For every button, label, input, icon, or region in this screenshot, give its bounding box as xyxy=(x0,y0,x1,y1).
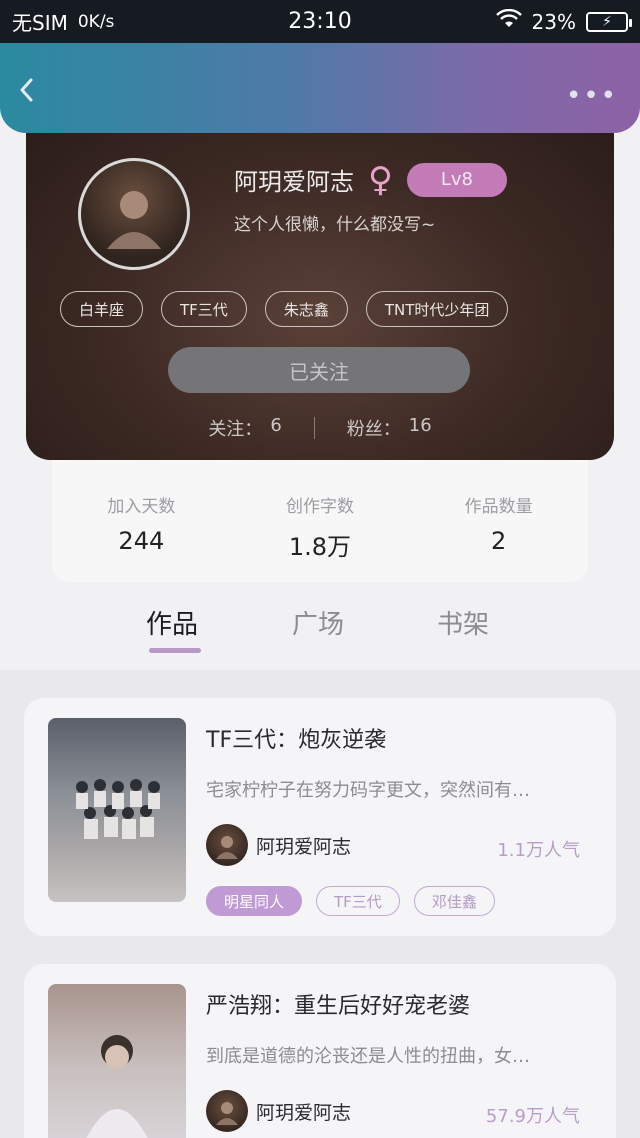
profile-page: 无SIM 0K/s 23:10 23% ⚡ ••• 加入天数 244 创作字数 … xyxy=(0,0,640,1138)
fans-value: 16 xyxy=(408,415,432,436)
more-dots-icon[interactable]: ••• xyxy=(566,83,618,109)
battery-percent: 23% xyxy=(531,9,576,34)
stat-label: 创作字数 xyxy=(285,497,354,517)
stat-value: 244 xyxy=(118,527,165,555)
stat-label: 加入天数 xyxy=(107,497,176,517)
work-card[interactable]: 严浩翔：重生后好好宠老婆 到底是道德的沦丧还是人性的扭曲，女… 阿玥爱阿志 57… xyxy=(24,964,616,1138)
work-card[interactable]: TF三代：炮灰逆袭 宅家柠柠子在努力码字更文，突然间有… 阿玥爱阿志 1.1万人… xyxy=(24,698,616,936)
stat-works-count: 作品数量 2 xyxy=(465,492,533,582)
work-description: 到底是道德的沦丧还是人性的扭曲，女… xyxy=(206,1046,530,1067)
back-icon[interactable] xyxy=(18,77,34,109)
avatar[interactable] xyxy=(78,158,190,270)
image-icon xyxy=(48,984,186,1138)
work-author: 阿玥爱阿志 xyxy=(206,1090,351,1132)
following-count[interactable]: 关注： 6 xyxy=(208,415,281,441)
stat-value: 1.8万 xyxy=(288,533,352,561)
name-row: 阿玥爱阿志 ♀ Lv8 xyxy=(234,162,507,197)
work-popularity: 57.9万人气 xyxy=(485,1106,580,1127)
profile-tag[interactable]: TF三代 xyxy=(161,291,247,327)
status-left: 无SIM 0K/s xyxy=(12,7,114,36)
stat-join-days: 加入天数 244 xyxy=(107,492,175,582)
author-name: 阿玥爱阿志 xyxy=(256,1101,352,1124)
fans-label: 粉丝： xyxy=(346,419,401,440)
network-speed: 0K/s xyxy=(77,11,115,32)
author-avatar xyxy=(206,824,248,866)
female-icon: ♀ xyxy=(368,159,393,200)
status-right: 23% ⚡ xyxy=(495,8,632,34)
stat-label: 作品数量 xyxy=(464,497,533,517)
image-icon xyxy=(48,718,186,902)
tab-bar: 作品 广场 书架 xyxy=(0,600,640,668)
carrier-text: 无SIM xyxy=(12,11,68,35)
following-label: 关注： xyxy=(208,419,263,440)
tab-bookshelf[interactable]: 书架 xyxy=(437,604,489,641)
tab-plaza[interactable]: 广场 xyxy=(292,604,344,641)
follow-button[interactable]: 已关注 xyxy=(168,347,470,393)
work-author: 阿玥爱阿志 xyxy=(206,824,351,866)
work-tag[interactable]: 邓佳鑫 xyxy=(413,886,495,916)
profile-tag[interactable]: 白羊座 xyxy=(60,291,144,327)
profile-card: 阿玥爱阿志 ♀ Lv8 这个人很懒，什么都没写~ 白羊座 TF三代 朱志鑫 TN… xyxy=(26,110,614,460)
follow-counts: 关注： 6 粉丝： 16 xyxy=(26,415,614,441)
work-title: 严浩翔：重生后好好宠老婆 xyxy=(206,994,471,1019)
work-cover-image[interactable] xyxy=(48,984,186,1138)
fans-count[interactable]: 粉丝： 16 xyxy=(347,415,432,441)
header-bar: ••• xyxy=(0,43,640,133)
profile-tag[interactable]: TNT时代少年团 xyxy=(365,291,509,327)
author-avatar xyxy=(206,1090,248,1132)
work-title: TF三代：炮灰逆袭 xyxy=(206,728,387,753)
profile-tag[interactable]: 朱志鑫 xyxy=(264,291,348,327)
following-value: 6 xyxy=(270,415,282,436)
work-tags: 明星同人 TF三代 邓佳鑫 xyxy=(206,886,495,916)
wifi-icon xyxy=(495,8,522,34)
work-description: 宅家柠柠子在努力码字更文，突然间有… xyxy=(206,780,530,801)
level-badge: Lv8 xyxy=(406,162,507,197)
stat-value: 2 xyxy=(491,527,507,555)
tab-indicator xyxy=(149,648,201,653)
work-cover-image[interactable] xyxy=(48,718,186,902)
count-divider xyxy=(313,417,315,439)
work-tag[interactable]: 明星同人 xyxy=(206,886,303,916)
tab-works[interactable]: 作品 xyxy=(146,604,198,641)
user-bio: 这个人很懒，什么都没写~ xyxy=(234,215,436,235)
user-name: 阿玥爱阿志 xyxy=(234,168,354,196)
stats-panel: 加入天数 244 创作字数 1.8万 作品数量 2 xyxy=(52,440,588,582)
status-bar: 无SIM 0K/s 23:10 23% ⚡ xyxy=(0,0,640,43)
battery-icon: ⚡ xyxy=(586,11,632,32)
profile-tags: 白羊座 TF三代 朱志鑫 TNT时代少年团 xyxy=(60,291,509,327)
author-name: 阿玥爱阿志 xyxy=(256,835,352,858)
work-popularity: 1.1万人气 xyxy=(497,840,580,861)
work-tag[interactable]: TF三代 xyxy=(316,886,400,916)
stat-word-count: 创作字数 1.8万 xyxy=(286,492,354,582)
